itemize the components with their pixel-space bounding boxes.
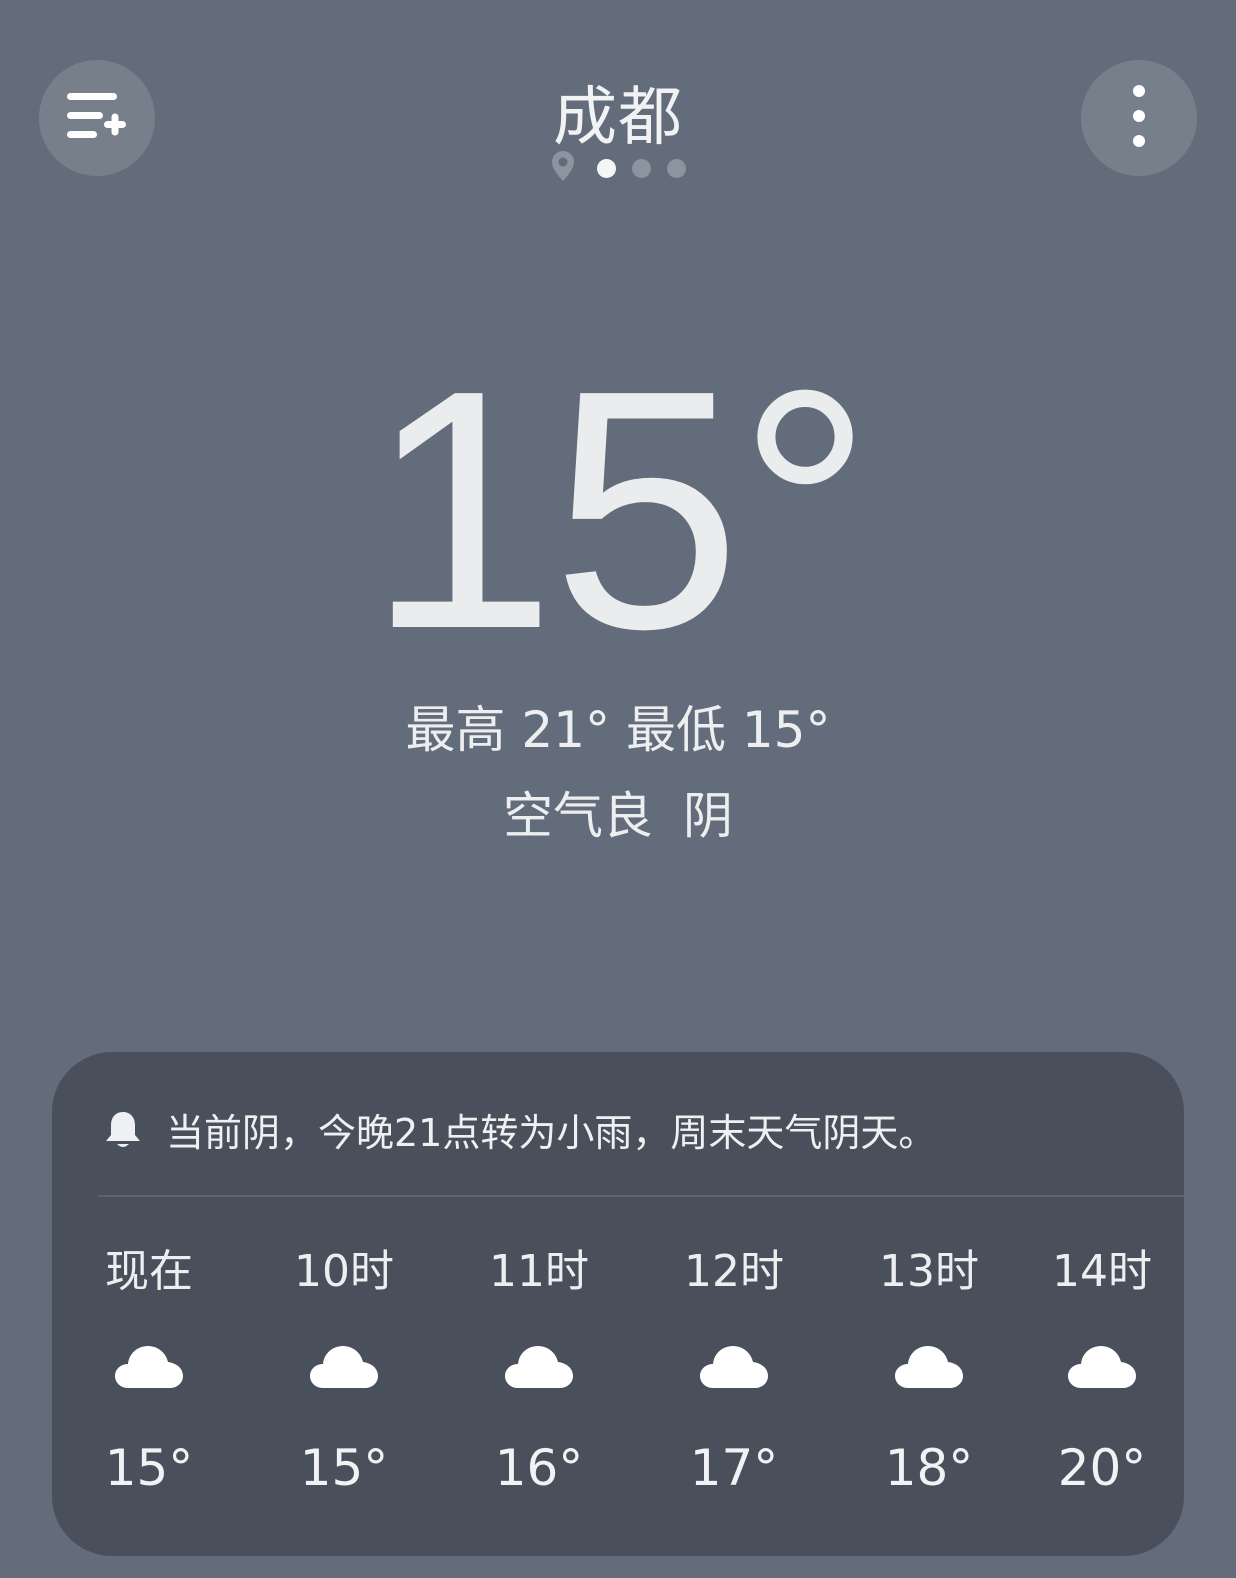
page-dot-3[interactable] bbox=[666, 158, 686, 178]
current-temperature: 15° bbox=[366, 320, 873, 700]
cloud-icon bbox=[269, 1342, 419, 1402]
weather-condition: 阴 bbox=[683, 787, 733, 845]
forecast-card[interactable]: 当前阴，今晚21点转为小雨，周末天气阴天。 现在 15° 10时 15° 11时… bbox=[52, 1052, 1184, 1556]
divider bbox=[98, 1195, 1184, 1197]
hourly-item[interactable]: 11时 16° bbox=[464, 1242, 614, 1498]
hour-label: 现在 bbox=[105, 1246, 193, 1297]
hour-temp: 15° bbox=[299, 1439, 389, 1497]
hour-label: 11时 bbox=[489, 1246, 589, 1297]
hourly-item[interactable]: 10时 15° bbox=[269, 1242, 419, 1498]
hour-temp: 20° bbox=[1057, 1439, 1147, 1497]
air-quality: 空气良 bbox=[503, 787, 653, 845]
cloud-icon bbox=[1027, 1342, 1177, 1402]
bell-icon bbox=[102, 1109, 144, 1151]
alert-text: 当前阴，今晚21点转为小雨，周末天气阴天。 bbox=[166, 1111, 937, 1155]
hour-temp: 17° bbox=[689, 1439, 779, 1497]
hourly-item[interactable]: 现在 15° bbox=[74, 1242, 224, 1498]
hourly-item[interactable]: 12时 17° bbox=[659, 1242, 809, 1498]
hour-label: 13时 bbox=[879, 1246, 979, 1297]
page-indicator bbox=[0, 150, 1236, 186]
hour-temp: 18° bbox=[884, 1439, 974, 1497]
hour-label: 14时 bbox=[1052, 1246, 1152, 1297]
page-dot-1[interactable] bbox=[596, 158, 616, 178]
cloud-icon bbox=[74, 1342, 224, 1402]
weather-alert[interactable]: 当前阴，今晚21点转为小雨，周末天气阴天。 bbox=[102, 1102, 936, 1157]
hour-label: 12时 bbox=[684, 1246, 784, 1297]
air-quality-condition: 空气良阴 bbox=[0, 776, 1236, 848]
more-options-button[interactable] bbox=[1081, 60, 1197, 176]
high-low-temperature: 最高 21° 最低 15° bbox=[405, 701, 831, 759]
cloud-icon bbox=[659, 1342, 809, 1402]
city-name: 成都 bbox=[553, 81, 683, 155]
hourly-item[interactable]: 14时 20° bbox=[1027, 1242, 1177, 1498]
more-vertical-icon bbox=[1131, 83, 1147, 153]
hour-temp: 15° bbox=[104, 1439, 194, 1497]
hourly-forecast[interactable]: 现在 15° 10时 15° 11时 16° 12时 17° 13时 18° 1… bbox=[52, 1242, 1184, 1522]
hour-temp: 16° bbox=[494, 1439, 584, 1497]
hour-label: 10时 bbox=[294, 1246, 394, 1297]
location-pin-icon bbox=[551, 150, 575, 186]
page-dot-2[interactable] bbox=[631, 158, 651, 178]
cloud-icon bbox=[854, 1342, 1004, 1402]
hourly-item[interactable]: 13时 18° bbox=[854, 1242, 1004, 1498]
cloud-icon bbox=[464, 1342, 614, 1402]
